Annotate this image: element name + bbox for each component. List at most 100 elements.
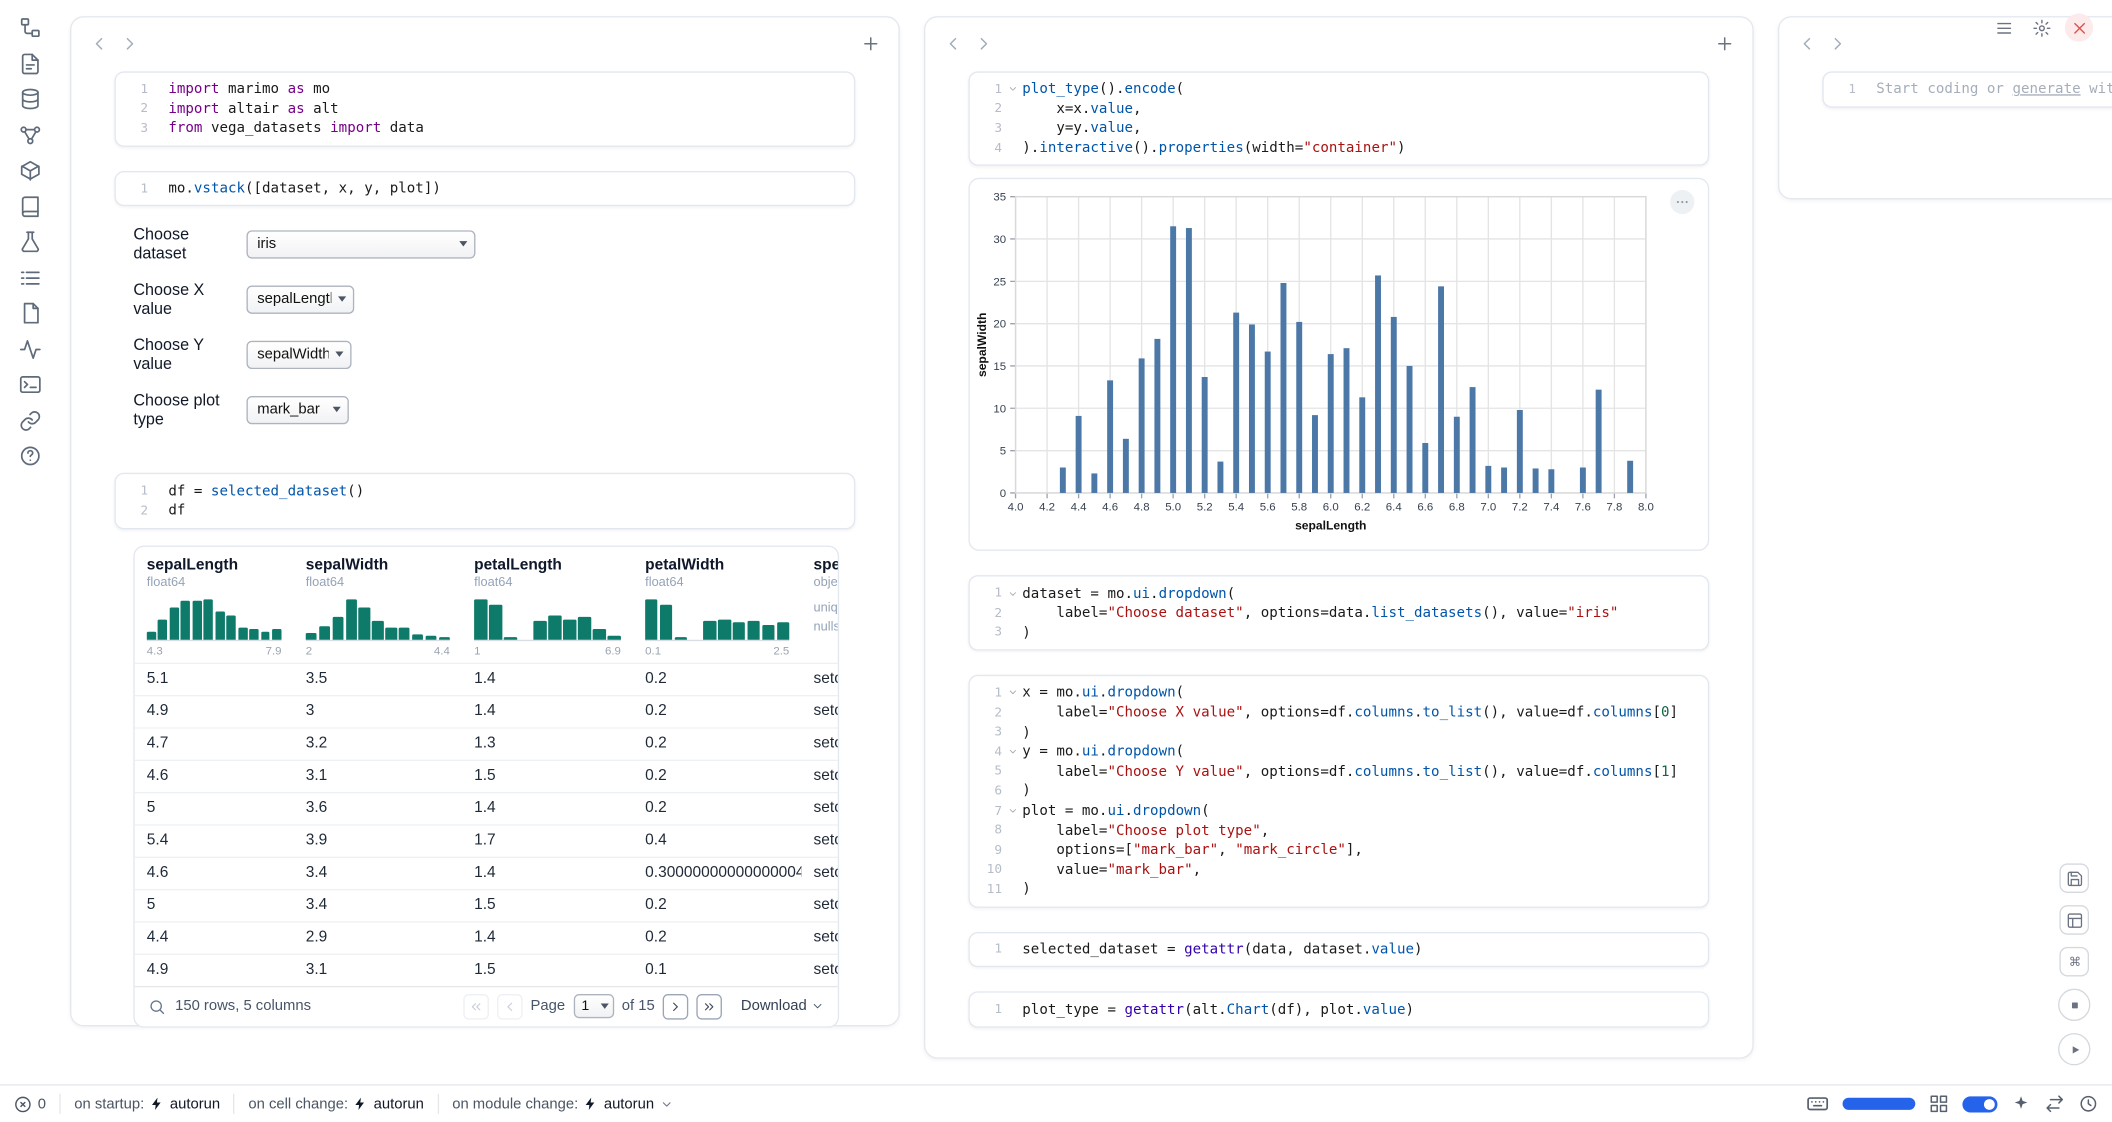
table-row[interactable]: 53.61.40.2setosa <box>135 791 839 823</box>
code-line[interactable]: 1Start coding or generate with AI <box>1834 79 2112 99</box>
dataset-select[interactable]: iris <box>246 230 475 258</box>
table-row[interactable]: 4.73.21.30.2setosa <box>135 727 839 759</box>
code-editor[interactable]: 1import marimo as mo2import altair as al… <box>114 71 855 146</box>
column-header[interactable]: petalWidthfloat64 <box>633 546 801 589</box>
code-line[interactable]: 1import marimo as mo <box>127 79 844 99</box>
page-select[interactable]: 1 <box>573 994 613 1018</box>
sidebar-document-button[interactable] <box>18 302 41 325</box>
next-page-button[interactable] <box>663 993 689 1019</box>
code-line[interactable]: 3) <box>981 623 1698 643</box>
sidebar-package-button[interactable] <box>18 159 41 182</box>
fold-toggle[interactable] <box>1002 745 1022 758</box>
sidebar-database-button[interactable] <box>18 88 41 111</box>
settings-button[interactable] <box>2027 13 2055 41</box>
table-row[interactable]: 4.931.40.2setosa <box>135 694 839 726</box>
prev-page-button[interactable] <box>497 993 523 1019</box>
column-histogram[interactable] <box>645 597 789 640</box>
code-editor[interactable]: 1selected_dataset = getattr(data, datase… <box>968 932 1709 968</box>
code-line[interactable]: 2import altair as alt <box>127 99 844 119</box>
x-value-select[interactable]: sepalLength <box>246 285 354 313</box>
column-back-button[interactable] <box>1797 33 1817 53</box>
sidebar-outline-button[interactable] <box>18 266 41 289</box>
table-row[interactable]: 4.63.11.50.2setosa <box>135 759 839 791</box>
add-cell-button[interactable] <box>861 33 881 53</box>
column-header[interactable]: petalLengthfloat64 <box>462 546 633 589</box>
autorun-on-startup-chip[interactable]: on startup:autorun <box>74 1096 220 1112</box>
search-icon[interactable] <box>148 997 166 1015</box>
sidebar-terminal-button[interactable] <box>18 373 41 396</box>
table-row[interactable]: 4.93.11.50.1setosa <box>135 953 839 985</box>
code-editor[interactable]: 1plot_type = getattr(alt.Chart(df), plot… <box>968 992 1709 1028</box>
layout-grid-button[interactable] <box>2059 905 2089 935</box>
column-histogram[interactable] <box>306 597 450 640</box>
table-row[interactable]: 53.41.50.2setosa <box>135 888 839 920</box>
column-forward-button[interactable] <box>974 33 994 53</box>
fold-toggle[interactable] <box>1002 804 1022 817</box>
code-line[interactable]: 3 y=y.value, <box>981 119 1698 139</box>
sidebar-link-button[interactable] <box>18 409 41 432</box>
column-back-button[interactable] <box>943 33 963 53</box>
code-line[interactable]: 3) <box>981 722 1698 742</box>
fold-toggle[interactable] <box>1002 83 1022 96</box>
code-line[interactable]: 1plot_type = getattr(alt.Chart(df), plot… <box>981 1000 1698 1020</box>
code-line[interactable]: 3from vega_datasets import data <box>127 119 844 139</box>
code-line[interactable]: 1selected_dataset = getattr(data, datase… <box>981 940 1698 960</box>
code-editor[interactable]: 1Start coding or generate with AI <box>1822 71 2112 107</box>
stop-button[interactable] <box>2058 989 2090 1021</box>
notebook-menu-button[interactable] <box>1989 13 2017 41</box>
code-line[interactable]: 7plot = mo.ui.dropdown( <box>981 801 1698 821</box>
code-line[interactable]: 5 label="Choose Y value", options=df.col… <box>981 762 1698 782</box>
code-line[interactable]: 1df = selected_dataset() <box>127 481 844 501</box>
code-line[interactable]: 10 value="mark_bar", <box>981 860 1698 880</box>
code-editor[interactable]: 1dataset = mo.ui.dropdown(2 label="Choos… <box>968 576 1709 651</box>
error-count-badge[interactable]: 0 <box>13 1094 45 1113</box>
add-cell-button[interactable] <box>1715 33 1735 53</box>
sidebar-file-tree-button[interactable] <box>18 16 41 39</box>
sidebar-variables-button[interactable] <box>18 123 41 146</box>
table-row[interactable]: 5.43.91.70.4setosa <box>135 824 839 856</box>
fold-toggle[interactable] <box>1002 686 1022 699</box>
code-line[interactable]: 1mo.vstack([dataset, x, y, plot]) <box>127 179 844 199</box>
code-editor[interactable]: 1x = mo.ui.dropdown(2 label="Choose X va… <box>968 675 1709 907</box>
last-page-button[interactable] <box>696 993 722 1019</box>
keyboard-shortcuts-button[interactable] <box>1806 1092 1829 1115</box>
code-line[interactable]: 2 label="Choose dataset", options=data.l… <box>981 603 1698 623</box>
column-back-button[interactable] <box>89 33 109 53</box>
download-button[interactable]: Download <box>741 998 824 1014</box>
sidebar-help-button[interactable] <box>18 444 41 467</box>
column-histogram[interactable] <box>474 597 621 640</box>
y-value-select[interactable]: sepalWidth <box>246 341 351 369</box>
history-button[interactable] <box>2078 1094 2098 1114</box>
run-button[interactable] <box>2058 1033 2090 1065</box>
autorun-on-cell-change-chip[interactable]: on cell change:autorun <box>248 1096 424 1112</box>
code-line[interactable]: 2 x=x.value, <box>981 99 1698 119</box>
autorun-on-module-change-chip[interactable]: on module change:autorun <box>452 1096 673 1112</box>
presentation-toggle[interactable] <box>1962 1096 1997 1112</box>
code-line[interactable]: 2 label="Choose X value", options=df.col… <box>981 703 1698 723</box>
column-header[interactable]: sepalWidthfloat64 <box>294 546 462 589</box>
table-row[interactable]: 4.63.41.40.30000000000000004setosa <box>135 856 839 888</box>
code-line[interactable]: 1dataset = mo.ui.dropdown( <box>981 584 1698 604</box>
first-page-button[interactable] <box>463 993 489 1019</box>
code-line[interactable]: 4y = mo.ui.dropdown( <box>981 742 1698 762</box>
code-line[interactable]: 2df <box>127 501 844 521</box>
ai-assistant-button[interactable] <box>2011 1094 2031 1114</box>
altair-bar-chart[interactable]: 4.04.24.44.64.85.05.25.45.65.86.06.26.46… <box>972 186 1694 542</box>
code-line[interactable]: 9 options=["mark_bar", "mark_circle"], <box>981 840 1698 860</box>
plot-type-select[interactable]: mark_bar <box>246 396 348 424</box>
code-editor[interactable]: 1plot_type().encode(2 x=x.value,3 y=y.va… <box>968 71 1709 166</box>
code-line[interactable]: 1x = mo.ui.dropdown( <box>981 683 1698 703</box>
column-header[interactable]: speciesobject <box>801 546 839 589</box>
code-editor[interactable]: 1mo.vstack([dataset, x, y, plot]) <box>114 171 855 207</box>
table-row[interactable]: 4.42.91.40.2setosa <box>135 921 839 953</box>
grid-view-button[interactable] <box>1929 1094 1949 1114</box>
column-histogram[interactable] <box>147 597 282 640</box>
code-editor[interactable]: 1df = selected_dataset()2df <box>114 473 855 528</box>
code-line[interactable]: 6) <box>981 781 1698 801</box>
command-palette-button[interactable]: ⌘ <box>2059 947 2089 977</box>
save-button[interactable] <box>2059 863 2089 893</box>
sidebar-notebook-button[interactable] <box>18 195 41 218</box>
code-line[interactable]: 11) <box>981 880 1698 900</box>
cell-width-slider[interactable] <box>1843 1098 1916 1110</box>
sidebar-file-button[interactable] <box>18 52 41 75</box>
